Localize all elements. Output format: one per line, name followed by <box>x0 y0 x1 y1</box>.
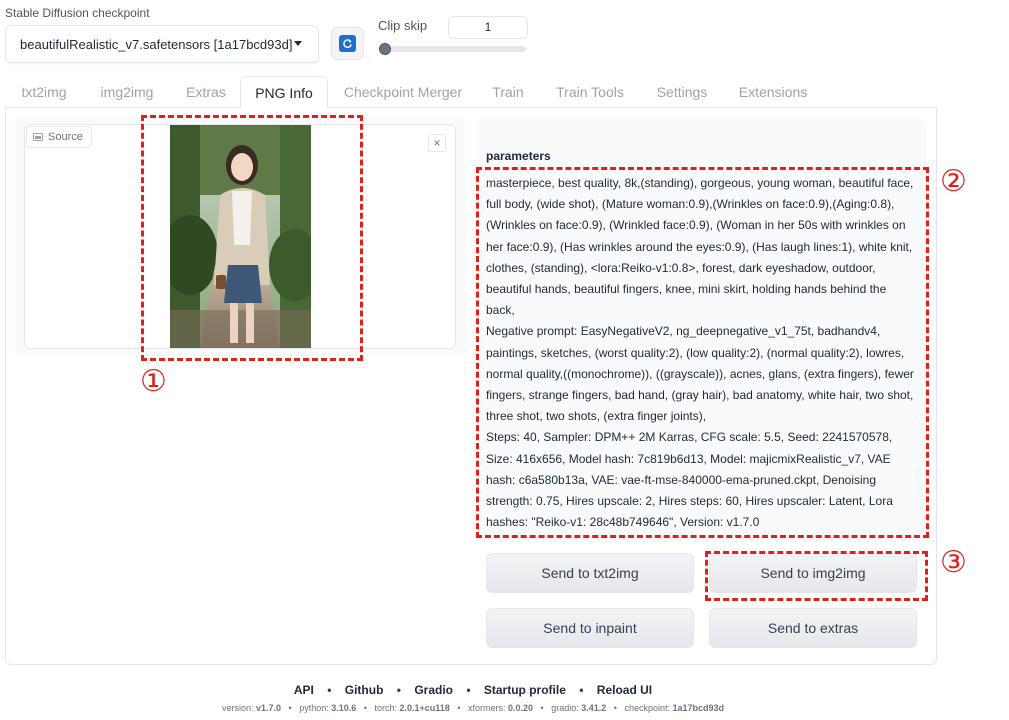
refresh-checkpoint-button[interactable] <box>331 27 364 60</box>
tab-png-info[interactable]: PNG Info <box>240 76 328 109</box>
xformers-value: 0.0.20 <box>507 703 534 713</box>
source-label: Source <box>26 126 92 148</box>
footer-links: API • Github • Gradio • Startup profile … <box>293 683 653 697</box>
clip-skip-label: Clip skip <box>378 18 428 33</box>
send-to-extras-button[interactable]: Send to extras <box>709 608 917 648</box>
annotation-box-1 <box>141 115 363 361</box>
footer-link-api[interactable]: API <box>294 683 314 697</box>
annotation-box-2 <box>476 167 929 538</box>
send-to-inpaint-button[interactable]: Send to inpaint <box>486 608 694 648</box>
checkpoint-dropdown[interactable]: beautifulRealistic_v7.safetensors [1a17b… <box>5 25 319 63</box>
tab-img2img[interactable]: img2img <box>87 76 167 108</box>
clip-skip-input[interactable]: 1 <box>448 16 528 39</box>
gradio-value: 3.41.2 <box>581 703 607 713</box>
annotation-box-3 <box>705 551 928 601</box>
version-value: v1.7.0 <box>256 703 282 713</box>
clip-skip-slider[interactable] <box>382 46 526 52</box>
checkpoint-hash-value: 1a17bcd93d <box>672 703 725 713</box>
annotation-number-2: ② <box>940 164 967 199</box>
footer-link-gradio[interactable]: Gradio <box>414 683 453 697</box>
checkpoint-value: beautifulRealistic_v7.safetensors [1a17b… <box>20 36 293 52</box>
python-value: 3.10.6 <box>331 703 357 713</box>
parameters-label: parameters <box>486 149 551 163</box>
chevron-down-icon <box>294 41 302 46</box>
footer-link-github[interactable]: Github <box>345 683 384 697</box>
tab-extensions[interactable]: Extensions <box>730 76 816 108</box>
checkpoint-label: Stable Diffusion checkpoint <box>5 6 150 20</box>
tab-train-tools[interactable]: Train Tools <box>548 76 632 108</box>
tab-checkpoint-merger[interactable]: Checkpoint Merger <box>332 76 474 108</box>
tab-extras[interactable]: Extras <box>175 76 237 108</box>
image-icon <box>33 133 43 141</box>
clip-skip-slider-thumb[interactable] <box>379 43 391 55</box>
annotation-number-1: ① <box>140 364 167 399</box>
footer-link-reload-ui[interactable]: Reload UI <box>597 683 652 697</box>
send-to-txt2img-button[interactable]: Send to txt2img <box>486 553 694 593</box>
refresh-icon <box>339 35 356 52</box>
torch-value: 2.0.1+cu118 <box>399 703 450 713</box>
main-tabs: txt2img img2img Extras PNG Info Checkpoi… <box>5 76 937 109</box>
tab-train[interactable]: Train <box>483 76 533 108</box>
tab-txt2img[interactable]: txt2img <box>5 76 83 108</box>
annotation-number-3: ③ <box>940 545 967 580</box>
footer-link-startup-profile[interactable]: Startup profile <box>484 683 566 697</box>
footer-versions: version: v1.7.0 • python: 3.10.6 • torch… <box>221 703 725 713</box>
tab-settings[interactable]: Settings <box>647 76 717 108</box>
clear-image-button[interactable]: × <box>428 134 446 152</box>
